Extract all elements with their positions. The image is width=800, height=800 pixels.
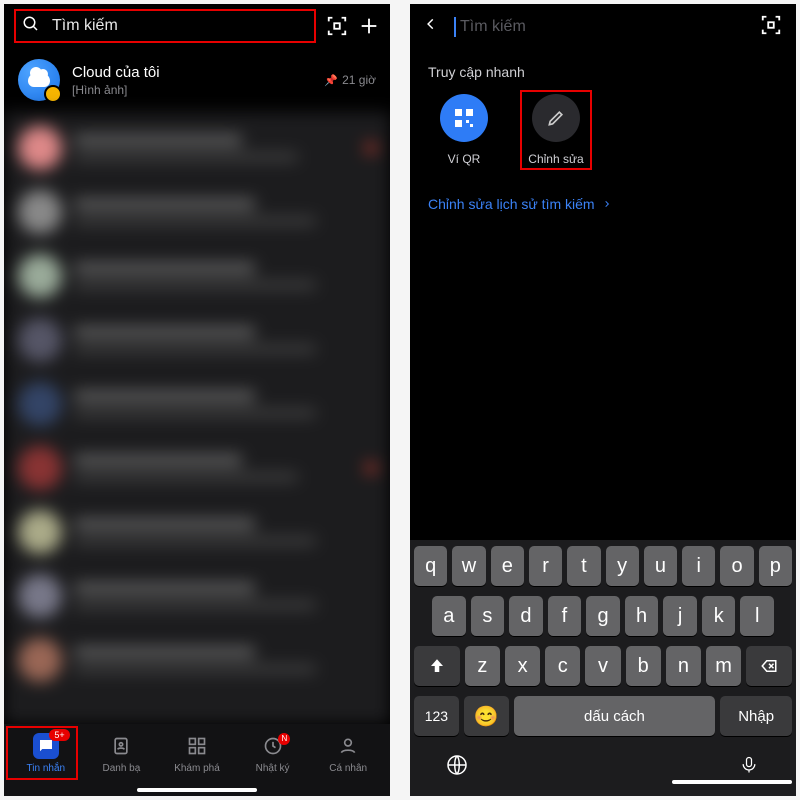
key-o[interactable]: o [720, 546, 753, 586]
add-icon[interactable] [358, 15, 380, 37]
top-bar: Tìm kiếm [4, 4, 390, 48]
nav-diary[interactable]: Nhật ký N [235, 733, 311, 774]
qr-scan-icon[interactable] [326, 15, 348, 37]
home-indicator[interactable] [672, 780, 792, 784]
key-backspace[interactable] [746, 646, 792, 686]
key-z[interactable]: z [465, 646, 500, 686]
key-enter[interactable]: Nhập [720, 696, 792, 736]
home-indicator[interactable] [137, 788, 257, 792]
nav-badge-n: N [278, 733, 290, 745]
nav-label: Tin nhắn [27, 763, 66, 774]
chevron-right-icon [603, 198, 611, 210]
nav-badge: 5+ [49, 729, 69, 741]
pin-icon: 📌 [324, 74, 338, 87]
globe-icon[interactable] [444, 752, 470, 778]
keyboard-row-2: a s d f g h j k l [414, 596, 792, 636]
key-m[interactable]: m [706, 646, 741, 686]
qr-scan-icon[interactable] [760, 14, 782, 41]
nav-label: Danh bạ [102, 763, 140, 774]
pencil-icon [532, 94, 580, 142]
quick-access-row: Ví QR Chỉnh sửa [428, 94, 778, 166]
key-t[interactable]: t [567, 546, 600, 586]
key-x[interactable]: x [505, 646, 540, 686]
key-s[interactable]: s [471, 596, 505, 636]
key-p[interactable]: p [759, 546, 792, 586]
key-e[interactable]: e [491, 546, 524, 586]
key-numbers[interactable]: 123 [414, 696, 459, 736]
nav-messages[interactable]: Tin nhắn 5+ [8, 733, 84, 774]
key-c[interactable]: c [545, 646, 580, 686]
back-icon[interactable] [424, 14, 442, 40]
key-i[interactable]: i [682, 546, 715, 586]
nav-profile[interactable]: Cá nhân [310, 733, 386, 774]
key-n[interactable]: n [666, 646, 701, 686]
cloud-subtitle: [Hình ảnh] [72, 83, 312, 97]
bottom-nav: Tin nhắn 5+ Danh bạ Khám phá Nhật ký N [4, 724, 390, 796]
key-y[interactable]: y [606, 546, 639, 586]
discover-icon [184, 733, 210, 759]
key-d[interactable]: d [509, 596, 543, 636]
quick-access-section: Truy cập nhanh Ví QR Chỉnh sửa [410, 50, 796, 180]
profile-icon [335, 733, 361, 759]
contacts-icon [108, 733, 134, 759]
keyboard: q w e r t y u i o p a s d f g h j k l z [410, 540, 796, 796]
key-a[interactable]: a [432, 596, 466, 636]
quick-access-title: Truy cập nhanh [428, 64, 778, 80]
cloud-title: Cloud của tôi [72, 64, 312, 81]
cloud-avatar-icon [18, 59, 60, 101]
cloud-text: Cloud của tôi [Hình ảnh] [72, 64, 312, 97]
nav-label: Nhật ký [256, 763, 290, 774]
key-space[interactable]: dấu cách [514, 696, 716, 736]
key-b[interactable]: b [626, 646, 661, 686]
quick-item-edit[interactable]: Chỉnh sửa [520, 90, 592, 170]
key-l[interactable]: l [740, 596, 774, 636]
key-h[interactable]: h [625, 596, 659, 636]
quick-label: Chỉnh sửa [528, 152, 583, 166]
cloud-item[interactable]: Cloud của tôi [Hình ảnh] 📌 21 giờ [4, 48, 390, 112]
keyboard-row-4: 123 😊 dấu cách Nhập [414, 696, 792, 736]
search-input[interactable]: Tìm kiếm [454, 17, 748, 37]
mic-icon[interactable] [736, 752, 762, 778]
keyboard-row-1: q w e r t y u i o p [414, 546, 792, 586]
messages-screen: Tìm kiếm Cloud của tôi [Hình ảnh] 📌 21 g… [4, 4, 390, 796]
search-screen: Tìm kiếm Truy cập nhanh Ví QR Chỉnh sửa … [410, 4, 796, 796]
chat-list-blurred [4, 112, 390, 724]
key-v[interactable]: v [585, 646, 620, 686]
key-r[interactable]: r [529, 546, 562, 586]
key-emoji[interactable]: 😊 [464, 696, 509, 736]
edit-search-history-link[interactable]: Chỉnh sửa lịch sử tìm kiếm [410, 180, 796, 228]
key-f[interactable]: f [548, 596, 582, 636]
key-shift[interactable] [414, 646, 460, 686]
key-k[interactable]: k [702, 596, 736, 636]
key-j[interactable]: j [663, 596, 697, 636]
keyboard-row-3: z x c v b n m [414, 646, 792, 686]
nav-discover[interactable]: Khám phá [159, 733, 235, 774]
key-q[interactable]: q [414, 546, 447, 586]
qr-wallet-icon [440, 94, 488, 142]
search-placeholder: Tìm kiếm [52, 17, 118, 35]
quick-label: Ví QR [448, 152, 481, 166]
quick-item-qr[interactable]: Ví QR [428, 94, 500, 166]
key-w[interactable]: w [452, 546, 485, 586]
cloud-time: 21 giờ [342, 73, 376, 87]
text-cursor [454, 17, 456, 37]
nav-label: Cá nhân [329, 763, 367, 774]
key-g[interactable]: g [586, 596, 620, 636]
keyboard-bottom-row [414, 746, 792, 782]
search-icon [22, 15, 40, 38]
history-link-text: Chỉnh sửa lịch sử tìm kiếm [428, 196, 595, 212]
key-u[interactable]: u [644, 546, 677, 586]
search-placeholder: Tìm kiếm [460, 18, 526, 35]
cloud-meta: 📌 21 giờ [324, 73, 376, 87]
search-bar[interactable]: Tìm kiếm [14, 9, 316, 43]
top-bar: Tìm kiếm [410, 4, 796, 50]
nav-label: Khám phá [174, 763, 220, 774]
nav-contacts[interactable]: Danh bạ [84, 733, 160, 774]
